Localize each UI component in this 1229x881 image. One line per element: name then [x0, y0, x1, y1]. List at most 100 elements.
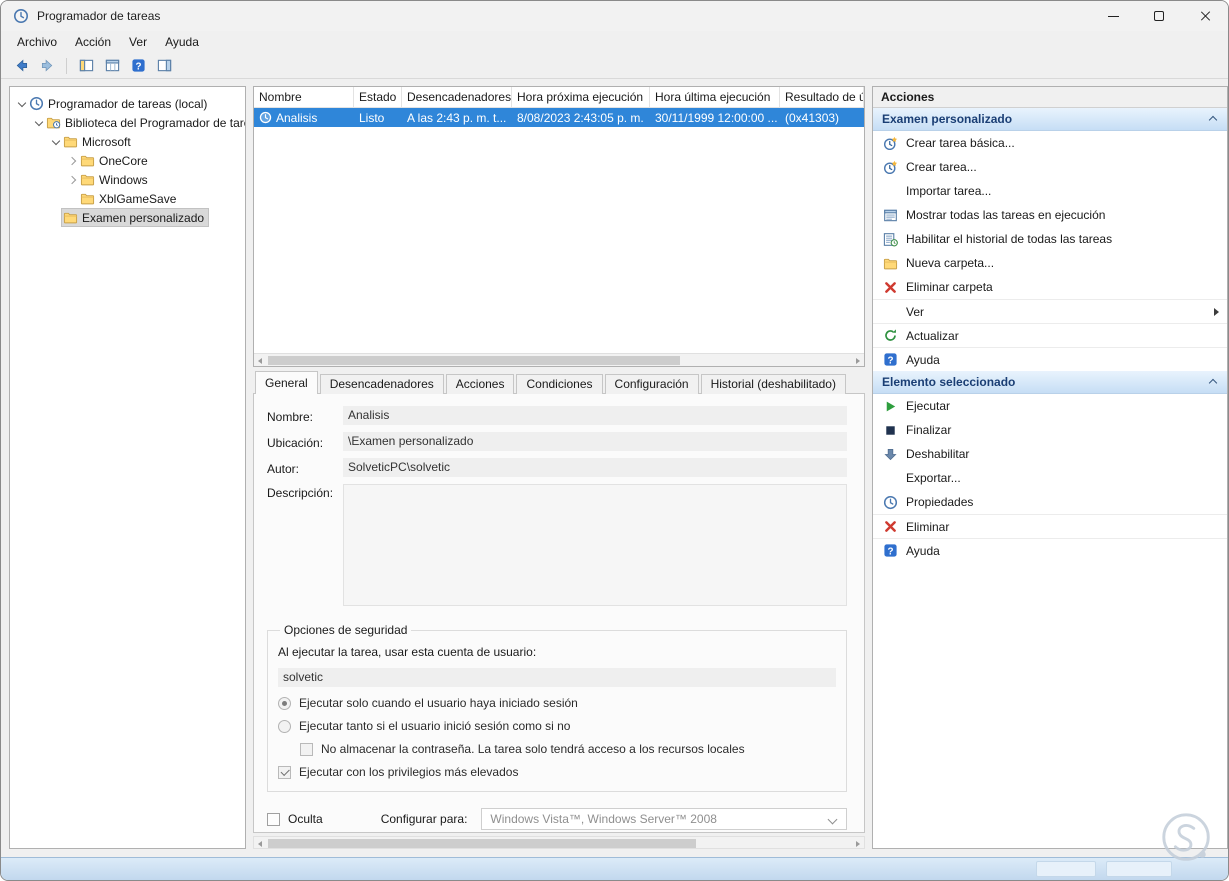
- close-button[interactable]: [1182, 1, 1228, 31]
- action-crear-tarea[interactable]: Crear tarea...: [873, 155, 1227, 179]
- menu-ayuda[interactable]: Ayuda: [157, 33, 207, 51]
- menu-accion[interactable]: Acción: [67, 33, 119, 51]
- radio-icon[interactable]: [278, 696, 291, 710]
- action-crear-tarea-basica[interactable]: Crear tarea básica...: [873, 131, 1227, 155]
- task-clock-icon: [259, 111, 272, 124]
- tab-acciones[interactable]: Acciones: [445, 374, 515, 394]
- action-finalizar[interactable]: Finalizar: [873, 418, 1227, 442]
- action-propiedades[interactable]: Propiedades: [873, 490, 1227, 514]
- tree-item-label: Programador de tareas (local): [48, 96, 208, 111]
- column-resultado[interactable]: Resultado de ú: [780, 87, 864, 107]
- column-hora-proxima[interactable]: Hora próxima ejecución: [512, 87, 650, 107]
- action-ayuda-2[interactable]: Ayuda: [873, 538, 1227, 562]
- configurar-para-label: Configurar para:: [380, 812, 468, 826]
- properties-clock-icon: [883, 495, 898, 510]
- column-nombre[interactable]: Nombre: [254, 87, 354, 107]
- scrollbar-thumb[interactable]: [268, 839, 696, 848]
- back-arrow-icon: [14, 58, 29, 73]
- toolbar: [1, 53, 1228, 79]
- column-desencadenadores[interactable]: Desencadenadores: [402, 87, 512, 107]
- disable-down-arrow-icon: [883, 447, 898, 462]
- menubar: Archivo Acción Ver Ayuda: [1, 31, 1228, 53]
- show-hide-console-tree-button[interactable]: [74, 55, 98, 77]
- radio-icon[interactable]: [278, 719, 291, 733]
- radio-run-whether-logged[interactable]: Ejecutar tanto si el usuario inició sesi…: [278, 719, 836, 733]
- new-folder-icon: [883, 256, 898, 271]
- action-deshabilitar[interactable]: Deshabilitar: [873, 442, 1227, 466]
- show-hide-action-pane-button[interactable]: [152, 55, 176, 77]
- column-hora-ultima[interactable]: Hora última ejecución: [650, 87, 780, 107]
- radio-run-logged-in[interactable]: Ejecutar solo cuando el usuario haya ini…: [278, 696, 836, 710]
- maximize-icon: [1154, 11, 1164, 21]
- forward-button[interactable]: [35, 55, 59, 77]
- task-row-analisis[interactable]: Analisis Listo A las 2:43 p. m. t... 8/0…: [254, 108, 864, 127]
- general-tab-content: Nombre: Analisis Ubicación: \Examen pers…: [253, 393, 865, 833]
- tab-configuracion[interactable]: Configuración: [604, 374, 699, 394]
- delete-x-icon: [883, 280, 898, 295]
- tree-item-windows[interactable]: Windows: [10, 170, 245, 189]
- account-field: solvetic: [278, 668, 836, 687]
- expander-right-icon[interactable]: [67, 155, 79, 167]
- expander-down-icon[interactable]: [33, 117, 45, 129]
- cell-nombre: Analisis: [254, 108, 354, 127]
- tab-desencadenadores[interactable]: Desencadenadores: [319, 374, 444, 394]
- export-list-button[interactable]: [100, 55, 124, 77]
- checkbox-icon[interactable]: [278, 765, 291, 779]
- checkbox-icon[interactable]: [300, 742, 313, 756]
- cell-desencadenadores: A las 2:43 p. m. t...: [407, 110, 507, 125]
- tree-item-programador-local[interactable]: Programador de tareas (local): [10, 94, 245, 113]
- action-importar-tarea[interactable]: Importar tarea...: [873, 179, 1227, 203]
- collapse-chevron-icon[interactable]: [1208, 114, 1218, 124]
- minimize-button[interactable]: [1090, 1, 1136, 31]
- library-folder-icon: [46, 115, 61, 130]
- radio-label: Ejecutar tanto si el usuario inició sesi…: [299, 719, 571, 733]
- tree-item-label: Windows: [99, 172, 148, 187]
- action-eliminar-carpeta[interactable]: Eliminar carpeta: [873, 275, 1227, 299]
- expander-down-icon[interactable]: [16, 98, 28, 110]
- tree-item-examen-personalizado[interactable]: Examen personalizado: [10, 208, 245, 227]
- toolbar-separator: [66, 57, 67, 74]
- expander-right-icon[interactable]: [67, 174, 79, 186]
- running-tasks-icon: [883, 208, 898, 223]
- task-list-horizontal-scrollbar[interactable]: [254, 353, 864, 366]
- configurar-para-dropdown[interactable]: Windows Vista™, Windows Server™ 2008: [481, 808, 847, 830]
- section-header-elemento-seleccionado[interactable]: Elemento seleccionado: [873, 371, 1227, 394]
- oculta-checkbox[interactable]: [267, 812, 280, 826]
- tree-item-microsoft[interactable]: Microsoft: [10, 132, 245, 151]
- tree-item-biblioteca[interactable]: Biblioteca del Programador de tareas: [10, 113, 245, 132]
- tab-condiciones[interactable]: Condiciones: [516, 374, 603, 394]
- action-eliminar[interactable]: Eliminar: [873, 514, 1227, 538]
- action-exportar[interactable]: Exportar...: [873, 466, 1227, 490]
- action-nueva-carpeta[interactable]: Nueva carpeta...: [873, 251, 1227, 275]
- titlebar[interactable]: Programador de tareas: [1, 1, 1228, 31]
- section-header-examen-personalizado[interactable]: Examen personalizado: [873, 108, 1227, 131]
- tree-item-label: XblGameSave: [99, 191, 177, 206]
- action-ayuda-1[interactable]: Ayuda: [873, 347, 1227, 371]
- delete-x-icon: [883, 519, 898, 534]
- scrollbar-thumb[interactable]: [268, 356, 680, 365]
- action-habilitar-historial[interactable]: Habilitar el historial de todas las tare…: [873, 227, 1227, 251]
- checkbox-no-password[interactable]: No almacenar la contraseña. La tarea sol…: [300, 742, 836, 756]
- refresh-icon: [883, 328, 898, 343]
- maximize-button[interactable]: [1136, 1, 1182, 31]
- help-icon: [883, 543, 898, 558]
- column-estado[interactable]: Estado: [354, 87, 402, 107]
- tab-historial[interactable]: Historial (deshabilitado): [700, 374, 846, 394]
- action-mostrar-tareas-ejecucion[interactable]: Mostrar todas las tareas en ejecución: [873, 203, 1227, 227]
- tree-item-xblgamesave[interactable]: XblGameSave: [10, 189, 245, 208]
- action-ejecutar[interactable]: Ejecutar: [873, 394, 1227, 418]
- back-button[interactable]: [9, 55, 33, 77]
- action-ver[interactable]: Ver: [873, 299, 1227, 323]
- menu-archivo[interactable]: Archivo: [9, 33, 65, 51]
- menu-ver[interactable]: Ver: [121, 33, 155, 51]
- folder-icon: [63, 210, 78, 225]
- descripcion-field[interactable]: [343, 484, 847, 606]
- action-actualizar[interactable]: Actualizar: [873, 323, 1227, 347]
- collapse-chevron-icon[interactable]: [1208, 377, 1218, 387]
- tree-item-onecore[interactable]: OneCore: [10, 151, 245, 170]
- checkbox-highest-privileges[interactable]: Ejecutar con los privilegios más elevado…: [278, 765, 836, 779]
- tab-general[interactable]: General: [255, 371, 318, 394]
- help-button[interactable]: [126, 55, 150, 77]
- details-horizontal-scrollbar[interactable]: [253, 836, 865, 849]
- expander-down-icon[interactable]: [50, 136, 62, 148]
